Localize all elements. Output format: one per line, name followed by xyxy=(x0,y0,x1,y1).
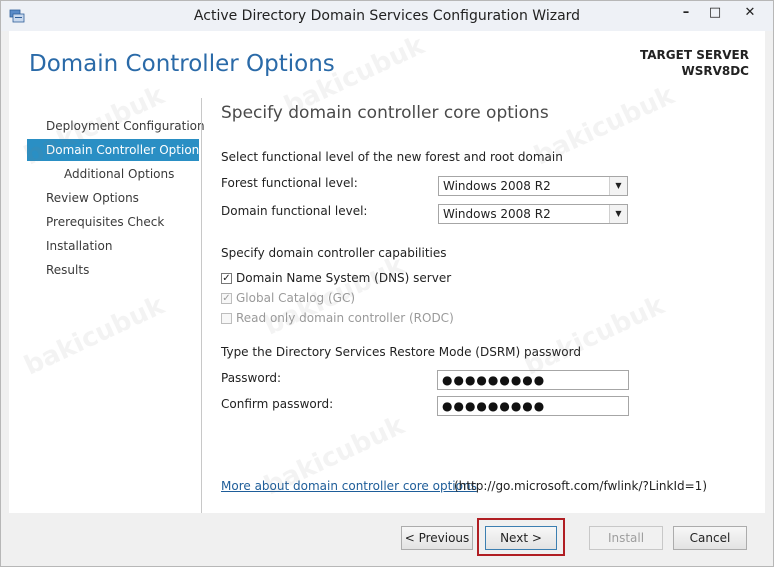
domain-level-value: Windows 2008 R2 xyxy=(443,207,551,221)
dns-server-checkbox[interactable]: ✓ xyxy=(221,273,232,284)
previous-button[interactable]: < Previous xyxy=(401,526,473,550)
forest-level-dropdown[interactable]: Windows 2008 R2 ▼ xyxy=(438,176,628,196)
title-bar[interactable]: Active Directory Domain Services Configu… xyxy=(1,1,773,31)
nav-item-prerequisites-check[interactable]: Prerequisites Check xyxy=(27,211,199,233)
forest-level-label: Forest functional level: xyxy=(221,176,358,190)
chevron-down-icon[interactable]: ▼ xyxy=(609,177,627,195)
wizard-footer: < Previous Next > Install Cancel xyxy=(9,513,765,561)
nav-item-results[interactable]: Results xyxy=(27,259,199,281)
nav-item-review-options[interactable]: Review Options xyxy=(27,187,199,209)
capabilities-heading: Specify domain controller capabilities xyxy=(221,246,447,260)
global-catalog-checkbox[interactable]: ✓ xyxy=(221,293,232,304)
section-title: Specify domain controller core options xyxy=(221,103,549,123)
target-server-name: WSRV8DC xyxy=(681,64,749,78)
rodc-checkbox[interactable] xyxy=(221,313,232,324)
window-title: Active Directory Domain Services Configu… xyxy=(193,8,581,24)
nav-divider xyxy=(201,98,202,513)
watermark: bakicubuk xyxy=(519,290,669,382)
wizard-content: Domain Controller Options TARGET SERVER … xyxy=(9,31,765,513)
dsrm-heading: Type the Directory Services Restore Mode… xyxy=(221,345,581,359)
password-input[interactable]: ●●●●●●●●● xyxy=(437,370,629,390)
forest-level-value: Windows 2008 R2 xyxy=(443,179,551,193)
install-button[interactable]: Install xyxy=(589,526,663,550)
maximize-button[interactable]: □ xyxy=(701,3,729,23)
nav-item-deployment-configuration[interactable]: Deployment Configuration xyxy=(27,115,205,137)
domain-level-label: Domain functional level: xyxy=(221,204,368,218)
more-about-url: (http://go.microsoft.com/fwlink/?LinkId=… xyxy=(454,479,708,493)
dns-server-label: Domain Name System (DNS) server xyxy=(236,271,452,285)
more-about-link[interactable]: More about domain controller core option… xyxy=(221,479,477,493)
domain-level-dropdown[interactable]: Windows 2008 R2 ▼ xyxy=(438,204,628,224)
target-server-label: TARGET SERVER xyxy=(640,48,749,62)
confirm-password-label: Confirm password: xyxy=(221,397,334,411)
functional-level-heading: Select functional level of the new fores… xyxy=(221,150,563,164)
nav-item-installation[interactable]: Installation xyxy=(27,235,199,257)
rodc-label: Read only domain controller (RODC) xyxy=(236,311,454,325)
watermark: bakicubuk xyxy=(19,290,169,382)
next-button-highlight xyxy=(477,518,565,556)
nav-item-additional-options[interactable]: Additional Options xyxy=(27,163,199,185)
global-catalog-label: Global Catalog (GC) xyxy=(236,291,356,305)
cancel-button[interactable]: Cancel xyxy=(673,526,747,550)
wizard-window: Active Directory Domain Services Configu… xyxy=(0,0,774,567)
close-button[interactable]: ✕ xyxy=(736,3,764,23)
password-label: Password: xyxy=(221,371,282,385)
nav-item-domain-controller-options[interactable]: Domain Controller Options xyxy=(27,139,206,161)
chevron-down-icon[interactable]: ▼ xyxy=(609,205,627,223)
minimize-button[interactable]: – xyxy=(672,3,700,23)
page-title: Domain Controller Options xyxy=(29,51,335,77)
confirm-password-input[interactable]: ●●●●●●●●● xyxy=(437,396,629,416)
